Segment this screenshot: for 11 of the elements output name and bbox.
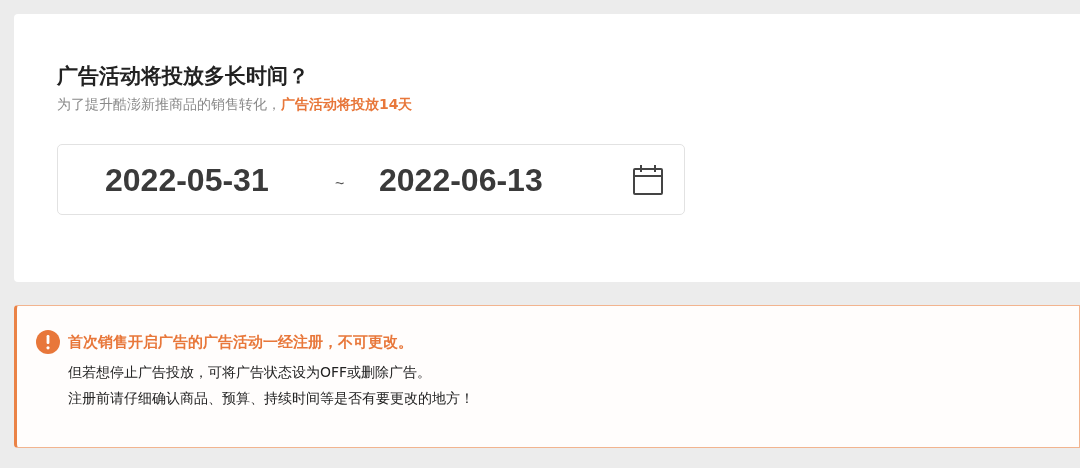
date-range-field[interactable]: 2022-05-31 ~ 2022-06-13 bbox=[57, 144, 685, 215]
calendar-icon[interactable] bbox=[632, 163, 664, 196]
warning-text: 但若想停止广告投放，可将广告状态设为OFF或删除广告。 bbox=[68, 363, 433, 382]
section-subtitle: 为了提升酷澎新推商品的销售转化，广告活动将投放14天 bbox=[57, 95, 414, 114]
section-title: 广告活动将投放多长时间？ bbox=[57, 63, 310, 90]
end-date: 2022-06-13 bbox=[379, 160, 544, 200]
warning-text: 注册前请仔细确认商品、预算、持续时间等是否有要更改的地方！ bbox=[68, 389, 475, 408]
exclamation-icon bbox=[36, 330, 60, 354]
range-separator: ~ bbox=[335, 173, 346, 194]
start-date: 2022-05-31 bbox=[105, 160, 270, 200]
warning-heading: 首次销售开启广告的广告活动一经注册，不可更改。 bbox=[68, 331, 413, 353]
